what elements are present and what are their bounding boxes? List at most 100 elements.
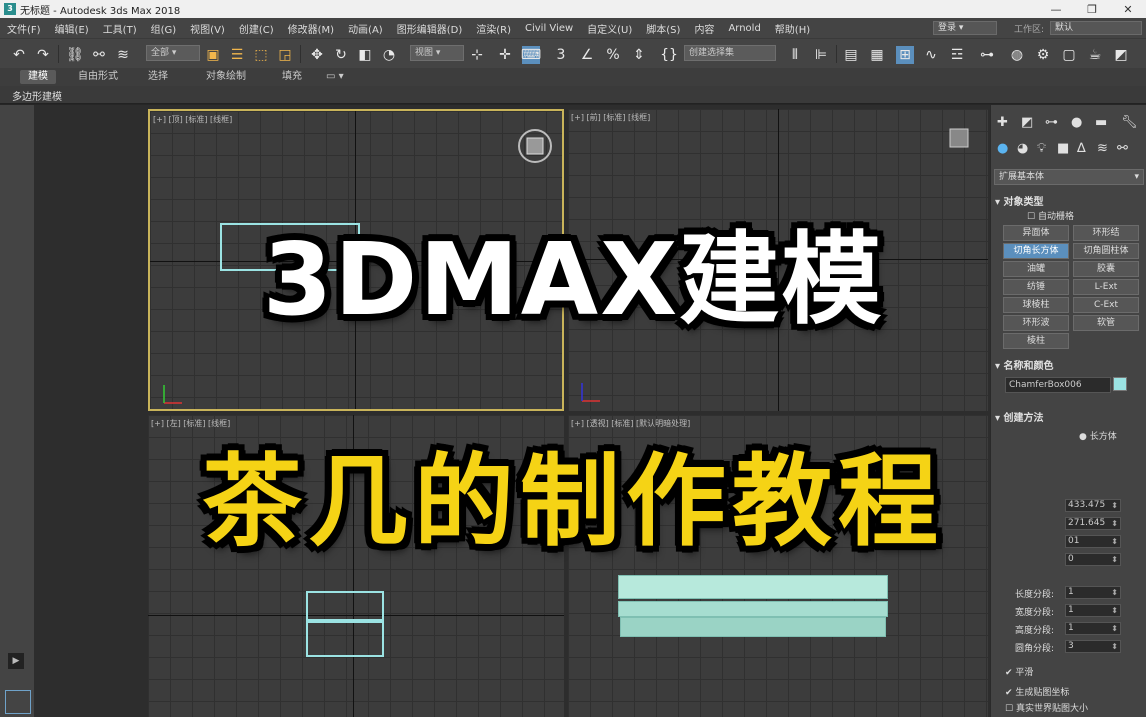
- curve-editor-icon[interactable]: ∿: [922, 46, 940, 64]
- spinner-snap-icon[interactable]: ⇕: [630, 46, 648, 64]
- undo-icon[interactable]: ↶: [10, 46, 28, 64]
- create-tab-icon[interactable]: ✚: [997, 115, 1008, 130]
- geometry-icon[interactable]: ●: [997, 141, 1008, 156]
- redo-icon[interactable]: ↷: [34, 46, 52, 64]
- tab-selection[interactable]: 选择: [140, 70, 176, 84]
- shapes-icon[interactable]: ◕: [1017, 141, 1028, 156]
- mirror-icon[interactable]: ⫴: [786, 46, 804, 64]
- select-by-name-icon[interactable]: ☰: [228, 46, 246, 64]
- motion-tab-icon[interactable]: ●: [1071, 115, 1082, 130]
- modify-tab-icon[interactable]: ◩: [1021, 115, 1033, 130]
- named-selection-dropdown[interactable]: 创建选择集: [684, 45, 776, 61]
- percent-snap-icon[interactable]: %: [604, 46, 622, 64]
- height-segs-spinner[interactable]: 1: [1065, 622, 1121, 635]
- category-dropdown[interactable]: 扩展基本体 ▾: [994, 169, 1144, 185]
- helpers-icon[interactable]: ∆: [1077, 141, 1086, 156]
- teatable-3d-mid: [618, 601, 888, 617]
- link-icon[interactable]: ⛓: [66, 46, 84, 64]
- menu-create[interactable]: 创建(C): [232, 21, 281, 36]
- cameras-icon[interactable]: ■: [1057, 141, 1069, 156]
- menu-tools[interactable]: 工具(T): [96, 21, 144, 36]
- move-icon[interactable]: ✥: [308, 46, 326, 64]
- menu-edit[interactable]: 编辑(E): [48, 21, 96, 36]
- title-bar: 3 无标题 - Autodesk 3ds Max 2018 — ❐ ✕: [0, 0, 1146, 18]
- menu-customize[interactable]: 自定义(U): [580, 21, 639, 36]
- tab-modeling[interactable]: 建模: [20, 70, 56, 84]
- menu-animation[interactable]: 动画(A): [341, 21, 390, 36]
- render-frame-icon[interactable]: ▢: [1060, 46, 1078, 64]
- smooth-label: 平滑: [1015, 668, 1034, 678]
- menu-views[interactable]: 视图(V): [183, 21, 232, 36]
- pivot-icon[interactable]: ⊹: [468, 46, 486, 64]
- name-color-rollout[interactable]: ▾ 名称和颜色: [995, 357, 1054, 372]
- unlink-icon[interactable]: ⚯: [90, 46, 108, 64]
- display-tab-icon[interactable]: ▬: [1095, 115, 1107, 130]
- schematic-view-icon[interactable]: ⊶: [978, 46, 996, 64]
- expand-arrow-icon[interactable]: ▶: [8, 653, 24, 669]
- menu-rendering[interactable]: 渲染(R): [469, 21, 518, 36]
- utilities-tab-icon[interactable]: 🔧︎: [1121, 115, 1138, 130]
- snap-icon[interactable]: 3: [552, 46, 570, 64]
- fillet-segs-spinner[interactable]: 3: [1065, 640, 1121, 653]
- render-iterative-icon[interactable]: ◩: [1112, 46, 1130, 64]
- edit-named-sel-icon[interactable]: {}: [660, 46, 678, 64]
- viewcube-icon[interactable]: [510, 121, 560, 171]
- keyboard-shortcut-icon[interactable]: ⌨: [521, 46, 541, 64]
- menu-file[interactable]: 文件(F): [0, 21, 48, 36]
- tab-freeform[interactable]: 自由形式: [70, 70, 126, 84]
- selection-filter-dropdown[interactable]: 全部 ▾: [146, 45, 200, 61]
- material-editor-icon[interactable]: ◍: [1008, 46, 1026, 64]
- ribbon-options-icon[interactable]: ▭ ▾: [318, 70, 352, 84]
- menu-content[interactable]: 内容: [687, 21, 721, 36]
- window-crossing-icon[interactable]: ◲: [276, 46, 294, 64]
- render-setup-icon[interactable]: ⚙: [1034, 46, 1052, 64]
- menu-group[interactable]: 组(G): [144, 21, 184, 36]
- layer-explorer-icon[interactable]: ▤: [842, 46, 860, 64]
- menu-modifiers[interactable]: 修改器(M): [281, 21, 341, 36]
- space-warps-icon[interactable]: ≋: [1097, 141, 1108, 156]
- rect-select-icon[interactable]: ⬚: [252, 46, 270, 64]
- width-segs-spinner[interactable]: 1: [1065, 604, 1121, 617]
- toggle-ribbon-icon[interactable]: ⊞: [896, 46, 914, 64]
- real-world-checkbox[interactable]: ☐ 真实世界贴图大小: [1005, 701, 1088, 714]
- bind-space-warp-icon[interactable]: ≋: [114, 46, 132, 64]
- menu-civil-view[interactable]: Civil View: [518, 23, 580, 34]
- lights-icon[interactable]: 💡︎: [1037, 141, 1046, 156]
- hierarchy-tab-icon[interactable]: ⊶: [1045, 115, 1058, 130]
- scale-icon[interactable]: ◧: [356, 46, 374, 64]
- angle-snap-icon[interactable]: ∠: [578, 46, 596, 64]
- gen-mapping-checkbox[interactable]: ✔ 生成贴图坐标: [1005, 685, 1069, 698]
- menu-graph-editors[interactable]: 图形编辑器(D): [390, 21, 470, 36]
- close-button[interactable]: ✕: [1110, 0, 1146, 18]
- ribbon-panel: 多边形建模: [0, 86, 1146, 104]
- render-icon[interactable]: ☕: [1086, 46, 1104, 64]
- object-color-swatch[interactable]: [1113, 377, 1127, 391]
- viewport-label-front: [+] [前] [标准] [线框]: [571, 113, 651, 122]
- rotate-icon[interactable]: ↻: [332, 46, 350, 64]
- menu-arnold[interactable]: Arnold: [721, 23, 767, 34]
- length-segs-spinner[interactable]: 1: [1065, 586, 1121, 599]
- smooth-checkbox[interactable]: ✔ 平滑: [1005, 665, 1033, 678]
- workspace-dropdown[interactable]: 默认: [1050, 21, 1142, 35]
- dope-sheet-icon[interactable]: ☲: [948, 46, 966, 64]
- placement-icon[interactable]: ◔: [380, 46, 398, 64]
- scene-explorer-icon[interactable]: ▦: [868, 46, 886, 64]
- viewcube-icon[interactable]: [940, 119, 980, 159]
- tab-object-paint[interactable]: 对象绘制: [198, 70, 254, 84]
- tab-populate[interactable]: 填充: [274, 70, 310, 84]
- gen-mapping-label: 生成贴图坐标: [1015, 688, 1070, 698]
- minimize-button[interactable]: —: [1038, 0, 1074, 18]
- maximize-button[interactable]: ❐: [1074, 0, 1110, 18]
- viewport-layout-icon[interactable]: [5, 690, 31, 714]
- object-name-field[interactable]: ChamferBox006: [1005, 377, 1111, 393]
- select-object-icon[interactable]: ▣: [204, 46, 222, 64]
- user-login-dropdown[interactable]: 登录 ▾: [933, 21, 997, 35]
- teatable-3d-base: [620, 617, 886, 637]
- align-icon[interactable]: ⊫: [812, 46, 830, 64]
- menu-scripting[interactable]: 脚本(S): [639, 21, 687, 36]
- polygon-modeling-label[interactable]: 多边形建模: [12, 88, 62, 103]
- ref-coord-dropdown[interactable]: 视图 ▾: [410, 45, 464, 61]
- select-manipulate-icon[interactable]: ✛: [496, 46, 514, 64]
- menu-help[interactable]: 帮助(H): [768, 21, 817, 36]
- systems-icon[interactable]: ⚯: [1117, 141, 1128, 156]
